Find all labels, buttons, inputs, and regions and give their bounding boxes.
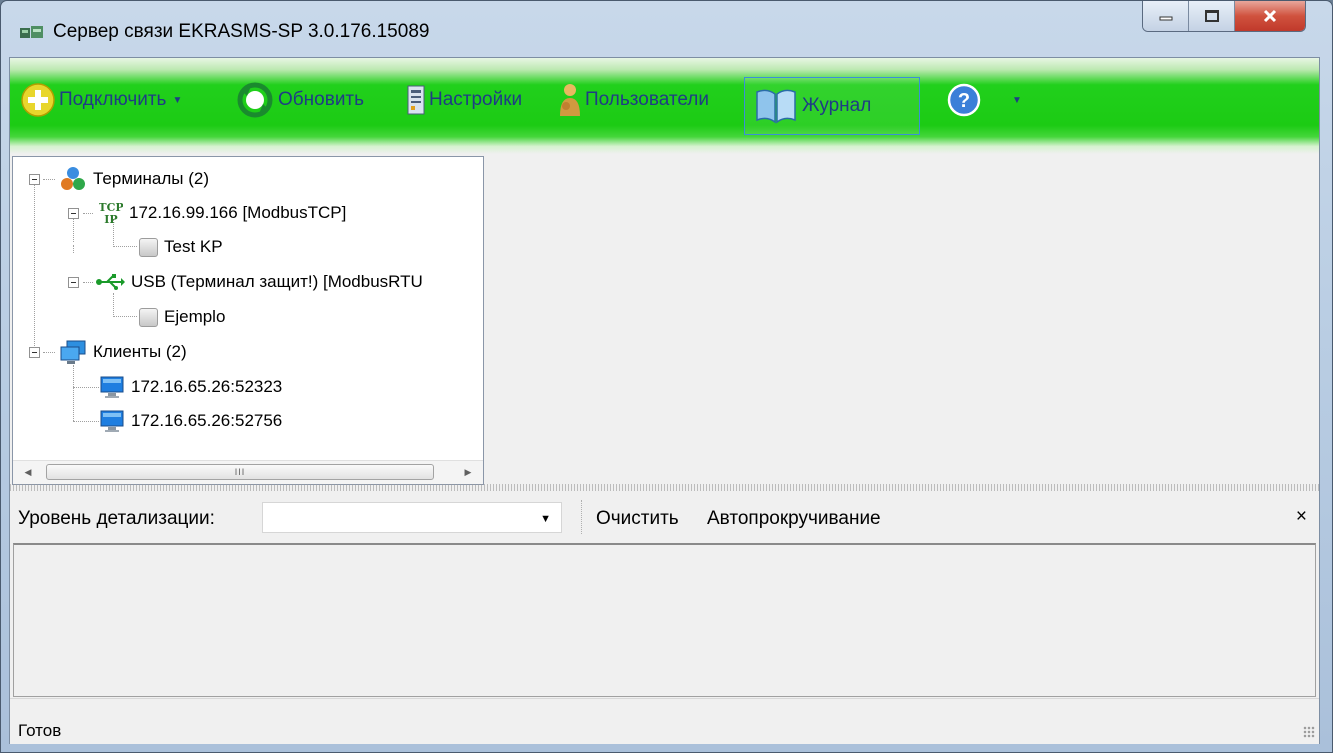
users-icon — [560, 84, 580, 116]
collapse-toggle-terminal-1[interactable] — [68, 208, 79, 219]
server-app-icon — [20, 26, 43, 38]
tree-item-device-1[interactable]: Test KP — [139, 233, 223, 261]
tree-item-device-2[interactable]: Ejemplo — [139, 303, 225, 331]
tree-label: Терминалы (2) — [93, 169, 210, 188]
chevron-down-icon: ▼ — [540, 513, 551, 525]
users-label: Пользователи — [585, 89, 710, 110]
monitor-icon — [100, 376, 124, 398]
monitor-icon — [100, 410, 124, 432]
journal-icon — [756, 89, 796, 124]
terminals-group-icon — [61, 167, 85, 190]
device-icon — [139, 307, 158, 327]
users-button[interactable]: Пользователи — [558, 80, 709, 120]
maximize-button[interactable] — [1189, 1, 1235, 31]
collapse-toggle-terminal-2[interactable] — [68, 277, 79, 288]
tree-label: 172.16.99.166 [ModbusTCP] — [129, 203, 347, 222]
tree-line — [83, 213, 93, 214]
tree-line — [73, 387, 99, 388]
main-client-area: Подключить ▼ Обновить Настройки Пользова… — [9, 57, 1320, 744]
tree-line — [113, 293, 114, 317]
toolbar-overflow-dropdown[interactable]: ▼ — [1006, 80, 1022, 120]
tree-item-clients[interactable]: Клиенты (2) — [59, 338, 187, 366]
settings-icon — [407, 85, 425, 115]
maximize-icon — [1204, 10, 1219, 22]
log-output-area[interactable] — [13, 543, 1316, 697]
tree-line — [43, 352, 55, 353]
tree-line — [113, 246, 137, 247]
main-toolbar: Подключить ▼ Обновить Настройки Пользова… — [10, 58, 1319, 154]
tree-line — [83, 282, 93, 283]
tree-label: Ejemplo — [164, 307, 226, 326]
connect-label: Подключить — [59, 89, 167, 110]
journal-label: Журнал — [802, 95, 872, 116]
status-bar: Готов — [10, 698, 1319, 744]
tree-line — [73, 421, 99, 422]
scroll-grip: III — [234, 467, 246, 477]
help-button[interactable]: ? — [946, 80, 985, 120]
tree-item-terminal-usb[interactable]: USB (Терминал защит!) [ModbusRTU — [95, 268, 423, 296]
window-title: Сервер связи EKRASMS-SP 3.0.176.15089 — [53, 21, 430, 42]
detail-level-label: Уровень детализации: — [18, 508, 215, 529]
tree-item-client-1[interactable]: 172.16.65.26:52323 — [99, 373, 282, 401]
refresh-button[interactable]: Обновить — [235, 80, 364, 120]
tree-item-terminal-tcp[interactable]: TCP IP 172.16.99.166 [ModbusTCP] — [99, 199, 346, 227]
tree-label: 172.16.65.26:52323 — [131, 377, 283, 396]
tree-item-client-2[interactable]: 172.16.65.26:52756 — [99, 407, 282, 435]
tree-horizontal-scrollbar[interactable]: ◀ III ▶ — [13, 460, 483, 484]
scroll-thumb[interactable]: III — [46, 464, 434, 480]
close-log-panel-button[interactable]: × — [1296, 506, 1307, 528]
add-icon — [21, 83, 55, 117]
tree-label: Клиенты (2) — [93, 342, 187, 361]
caption-buttons — [1142, 1, 1306, 32]
settings-button[interactable]: Настройки — [406, 80, 522, 120]
close-button[interactable] — [1235, 1, 1305, 31]
svg-text:IP: IP — [104, 213, 117, 226]
settings-label: Настройки — [429, 89, 523, 110]
journal-button[interactable]: Журнал — [744, 77, 920, 135]
tcp-ip-icon: TCP IP — [99, 201, 123, 226]
help-icon: ? — [947, 83, 981, 117]
tree-item-terminals[interactable]: Терминалы (2) — [59, 165, 209, 193]
log-toolbar: Уровень детализации: ▼ Очистить Автопрок… — [10, 492, 1319, 541]
app-window: Сервер связи EKRASMS-SP 3.0.176.15089 По… — [0, 0, 1333, 753]
tree-line — [43, 179, 55, 180]
status-text: Готов — [18, 721, 62, 740]
refresh-icon — [237, 82, 273, 118]
title-bar[interactable]: Сервер связи EKRASMS-SP 3.0.176.15089 — [1, 1, 1332, 57]
horizontal-splitter[interactable] — [10, 484, 1319, 491]
tree-line — [113, 316, 137, 317]
svg-text:?: ? — [958, 90, 970, 112]
tree-line — [34, 179, 35, 352]
scroll-right-arrow[interactable]: ▶ — [453, 461, 483, 484]
minimize-icon — [1159, 16, 1172, 21]
detail-level-select[interactable]: ▼ — [262, 502, 562, 533]
scroll-left-arrow[interactable]: ◀ — [13, 461, 43, 484]
resize-grip-icon[interactable] — [1303, 726, 1315, 738]
tree-line — [73, 365, 74, 421]
clients-group-icon — [60, 340, 86, 364]
clear-log-button[interactable]: Очистить — [596, 508, 679, 530]
tree-label: USB (Терминал защит!) [ModbusRTU — [131, 272, 423, 291]
collapse-toggle-terminals[interactable] — [29, 174, 40, 185]
tree-line — [73, 245, 74, 253]
minimize-button[interactable] — [1143, 1, 1189, 31]
autoscroll-button[interactable]: Автопрокручивание — [707, 508, 881, 530]
connect-button[interactable]: Подключить ▼ — [20, 80, 182, 120]
tree-label: 172.16.65.26:52756 — [131, 411, 283, 430]
connections-tree[interactable]: Терминалы (2) TCP IP 172.16.99.166 [Modb… — [12, 156, 484, 485]
tree-label: Test KP — [164, 237, 223, 256]
refresh-label: Обновить — [278, 89, 365, 110]
device-icon — [139, 237, 158, 257]
collapse-toggle-clients[interactable] — [29, 347, 40, 358]
toolbar-separator — [581, 500, 582, 534]
usb-icon — [96, 274, 125, 290]
chevron-down-icon: ▼ — [1012, 94, 1022, 106]
chevron-down-icon[interactable]: ▼ — [172, 95, 182, 106]
close-icon — [1263, 9, 1277, 23]
